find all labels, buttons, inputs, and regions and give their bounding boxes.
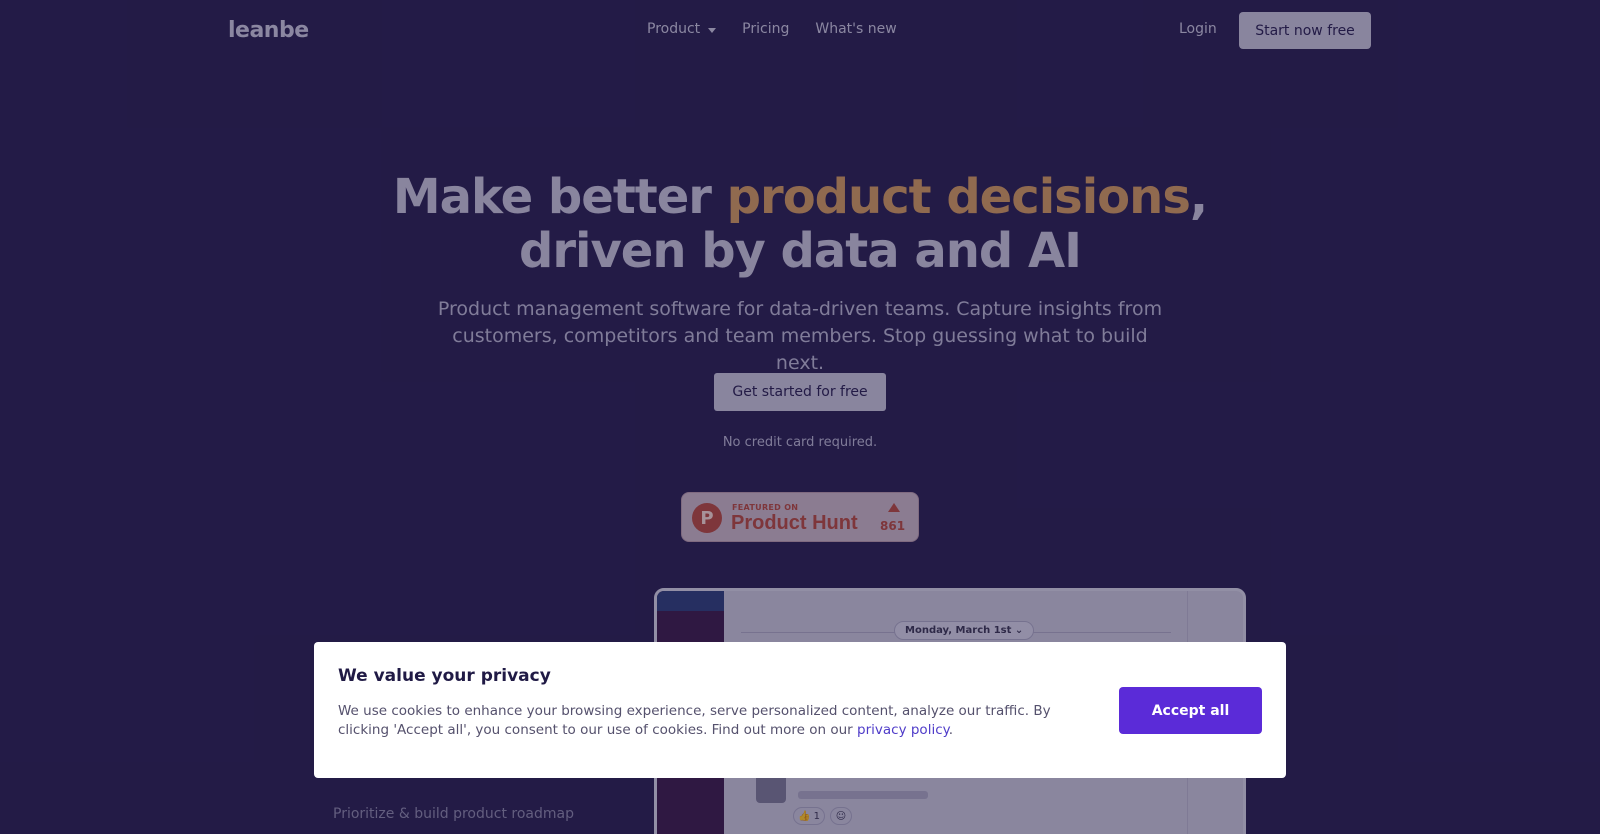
- cookie-text: We use cookies to enhance your browsing …: [338, 702, 1068, 740]
- start-now-button[interactable]: Start now free: [1239, 12, 1371, 49]
- login-link[interactable]: Login: [1179, 21, 1217, 37]
- chevron-down-icon: [708, 27, 717, 33]
- top-nav: leanbe Product Pricing What's new Login …: [0, 0, 1600, 60]
- nav-product[interactable]: Product: [647, 21, 717, 37]
- nav-links: Product Pricing What's new: [647, 21, 897, 37]
- leanbe-logo[interactable]: leanbe: [228, 18, 309, 43]
- hero-title-line2: driven by data and AI: [518, 223, 1082, 279]
- add-reaction-icon: ☺: [830, 807, 852, 825]
- hero-title-part2: ,: [1189, 169, 1208, 225]
- upvote-count: 861: [880, 519, 906, 533]
- nav-product-label: Product: [647, 21, 701, 37]
- no-credit-card-note: No credit card required.: [722, 435, 878, 450]
- get-started-button[interactable]: Get started for free: [714, 373, 886, 411]
- nav-whats-new[interactable]: What's new: [815, 21, 896, 37]
- privacy-policy-link[interactable]: privacy policy: [857, 722, 949, 738]
- product-hunt-badge[interactable]: P FEATURED ON Product Hunt 861: [681, 492, 919, 542]
- date-label: Monday, March 1st: [905, 625, 1012, 636]
- app-preview-sidebar-top: [657, 591, 724, 611]
- hero-title-accent: product decisions: [726, 169, 1191, 225]
- reaction-count: 1: [813, 810, 820, 822]
- cookie-title: We value your privacy: [338, 666, 551, 686]
- cookie-text-end: .: [948, 722, 953, 738]
- hero-subtitle: Product management software for data-dri…: [437, 298, 1163, 374]
- product-hunt-name: Product Hunt: [731, 512, 858, 534]
- message-placeholder: [798, 791, 928, 799]
- nav-pricing[interactable]: Pricing: [742, 21, 789, 37]
- hero-title-part1: Make better: [392, 169, 727, 225]
- feature-label[interactable]: Prioritize & build product roadmap: [333, 806, 574, 822]
- accept-all-button[interactable]: Accept all: [1119, 687, 1262, 734]
- date-pill: Monday, March 1st ⌄: [894, 621, 1035, 640]
- product-hunt-icon: P: [692, 503, 722, 533]
- product-hunt-featured: FEATURED ON: [732, 503, 799, 512]
- upvote-arrow-icon: [888, 503, 900, 512]
- reaction-thumbs-up: 👍 1: [793, 807, 825, 825]
- cookie-banner: We value your privacy We use cookies to …: [314, 642, 1286, 778]
- hero-title: Make better product decisions, driven by…: [0, 170, 1600, 278]
